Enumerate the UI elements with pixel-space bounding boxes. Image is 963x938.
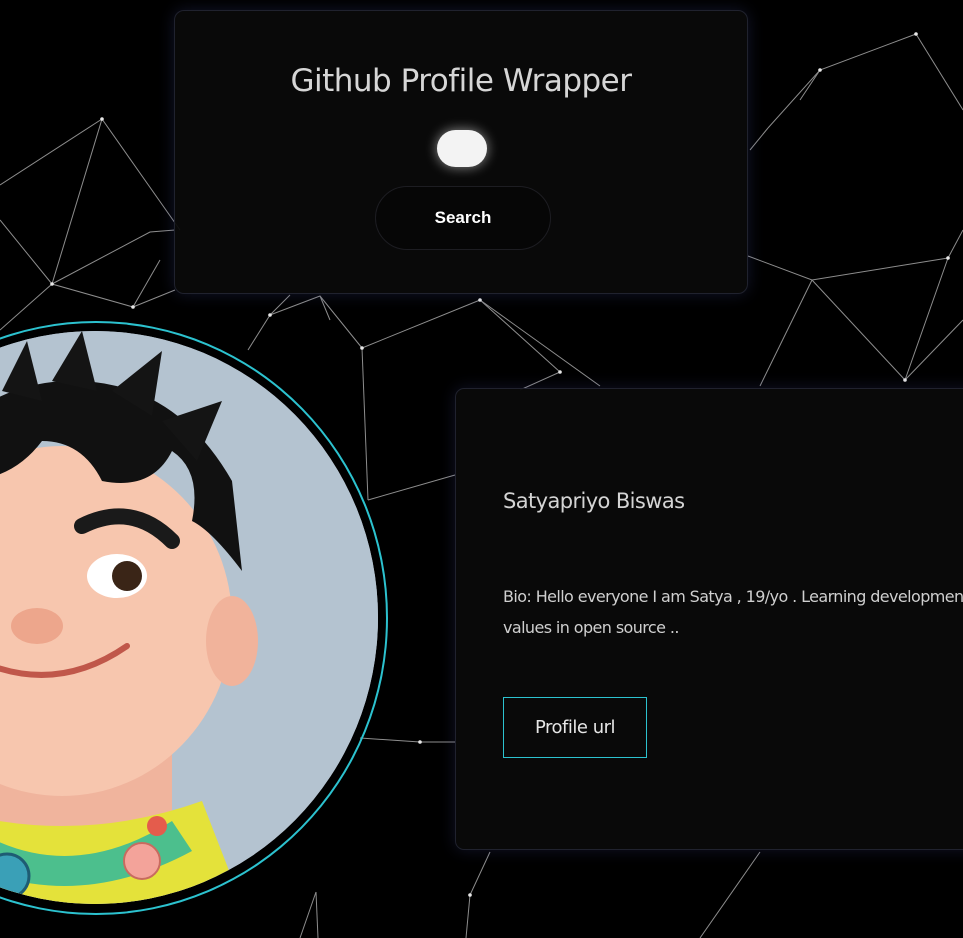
profile-card: Satyapriyo Biswas Bio: Hello everyone I …: [455, 388, 963, 850]
profile-url-button[interactable]: Profile url: [503, 697, 647, 758]
search-card: Github Profile Wrapper Search: [174, 10, 748, 294]
username-input[interactable]: [437, 130, 487, 167]
page-title: Github Profile Wrapper: [290, 63, 632, 99]
profile-name: Satyapriyo Biswas: [503, 489, 685, 513]
page: Github Profile Wrapper Search Satyapriyo…: [0, 0, 963, 938]
search-button[interactable]: Search: [375, 186, 551, 250]
profile-bio: Bio: Hello everyone I am Satya , 19/yo .…: [503, 587, 963, 637]
